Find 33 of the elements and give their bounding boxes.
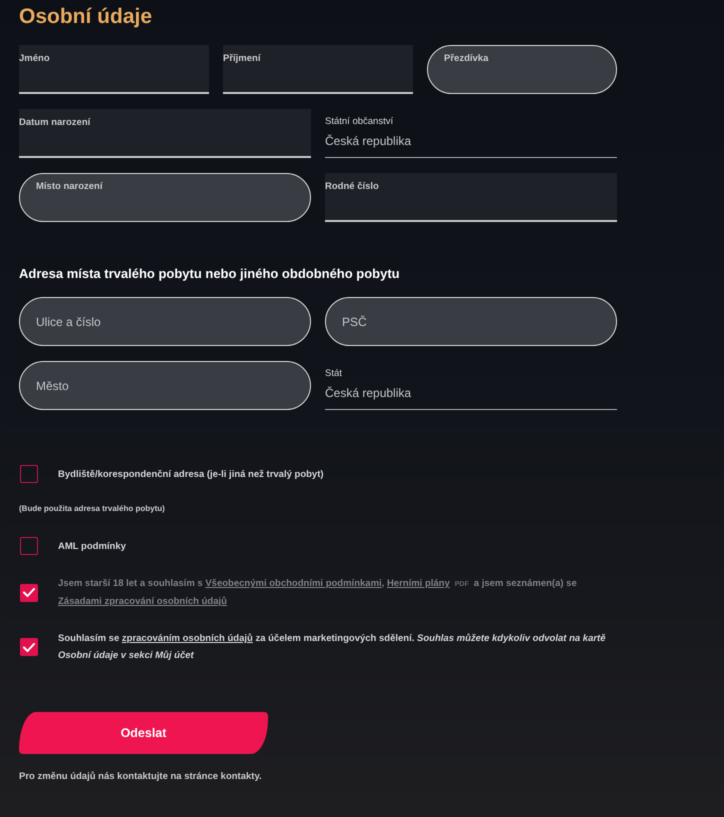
checkbox-label: Souhlasím se zpracováním osobních údajů za účelem marketingových sdělení. Souhlas můžete kdykoliv odvolat na kartě Osobní údaje v sekci Můj účet bbox=[58, 632, 607, 663]
field-label: Státní občanství bbox=[325, 116, 394, 128]
field-label: Stát bbox=[325, 368, 342, 380]
page-title: Osobní údaje bbox=[19, 4, 152, 30]
checkmark-icon bbox=[23, 642, 35, 652]
checkbox[interactable] bbox=[20, 537, 38, 555]
input-field[interactable]: Česká republika bbox=[325, 131, 617, 158]
field-label: Jméno bbox=[19, 53, 50, 65]
checkbox[interactable] bbox=[20, 638, 38, 656]
checkmark-icon bbox=[23, 588, 35, 597]
hint-text: (Bude použita adresa trvalého pobytu) bbox=[19, 504, 165, 514]
input-field[interactable]: PSČ bbox=[325, 297, 617, 346]
input-field[interactable]: Místo narození bbox=[19, 173, 311, 222]
input-field[interactable]: Rodné číslo bbox=[325, 173, 617, 222]
input-field[interactable]: Datum narození bbox=[19, 109, 311, 158]
field-label: Místo narození bbox=[36, 181, 103, 193]
input-field[interactable]: Ulice a číslo bbox=[19, 297, 311, 346]
field-label: Datum narození bbox=[19, 117, 90, 129]
footer-text: Pro změnu údajů nás kontaktujte na stránce kontakty. bbox=[19, 771, 262, 783]
input-field[interactable]: Příjmení bbox=[223, 45, 413, 94]
input-field[interactable]: Město bbox=[19, 361, 311, 410]
input-field[interactable]: Jméno bbox=[19, 45, 209, 94]
input-field[interactable]: Přezdívka bbox=[427, 45, 617, 94]
section-heading: Adresa místa trvalého pobytu nebo jiného obdobného pobytu bbox=[19, 266, 400, 282]
checkbox[interactable] bbox=[20, 465, 38, 483]
field-label: Rodné číslo bbox=[325, 181, 379, 193]
checkbox-label: AML podmínky bbox=[58, 540, 126, 554]
field-label: Přezdívka bbox=[444, 53, 488, 65]
field-label: Příjmení bbox=[223, 53, 260, 65]
input-field[interactable]: Česká republika bbox=[325, 383, 617, 410]
text-link[interactable]: zpracováním osobních údajů bbox=[122, 633, 253, 644]
checkbox-label: Bydliště/korespondenční adresa (je-li jiná než trvalý pobyt) bbox=[58, 468, 324, 482]
submit-button[interactable]: Odeslat bbox=[19, 712, 268, 754]
